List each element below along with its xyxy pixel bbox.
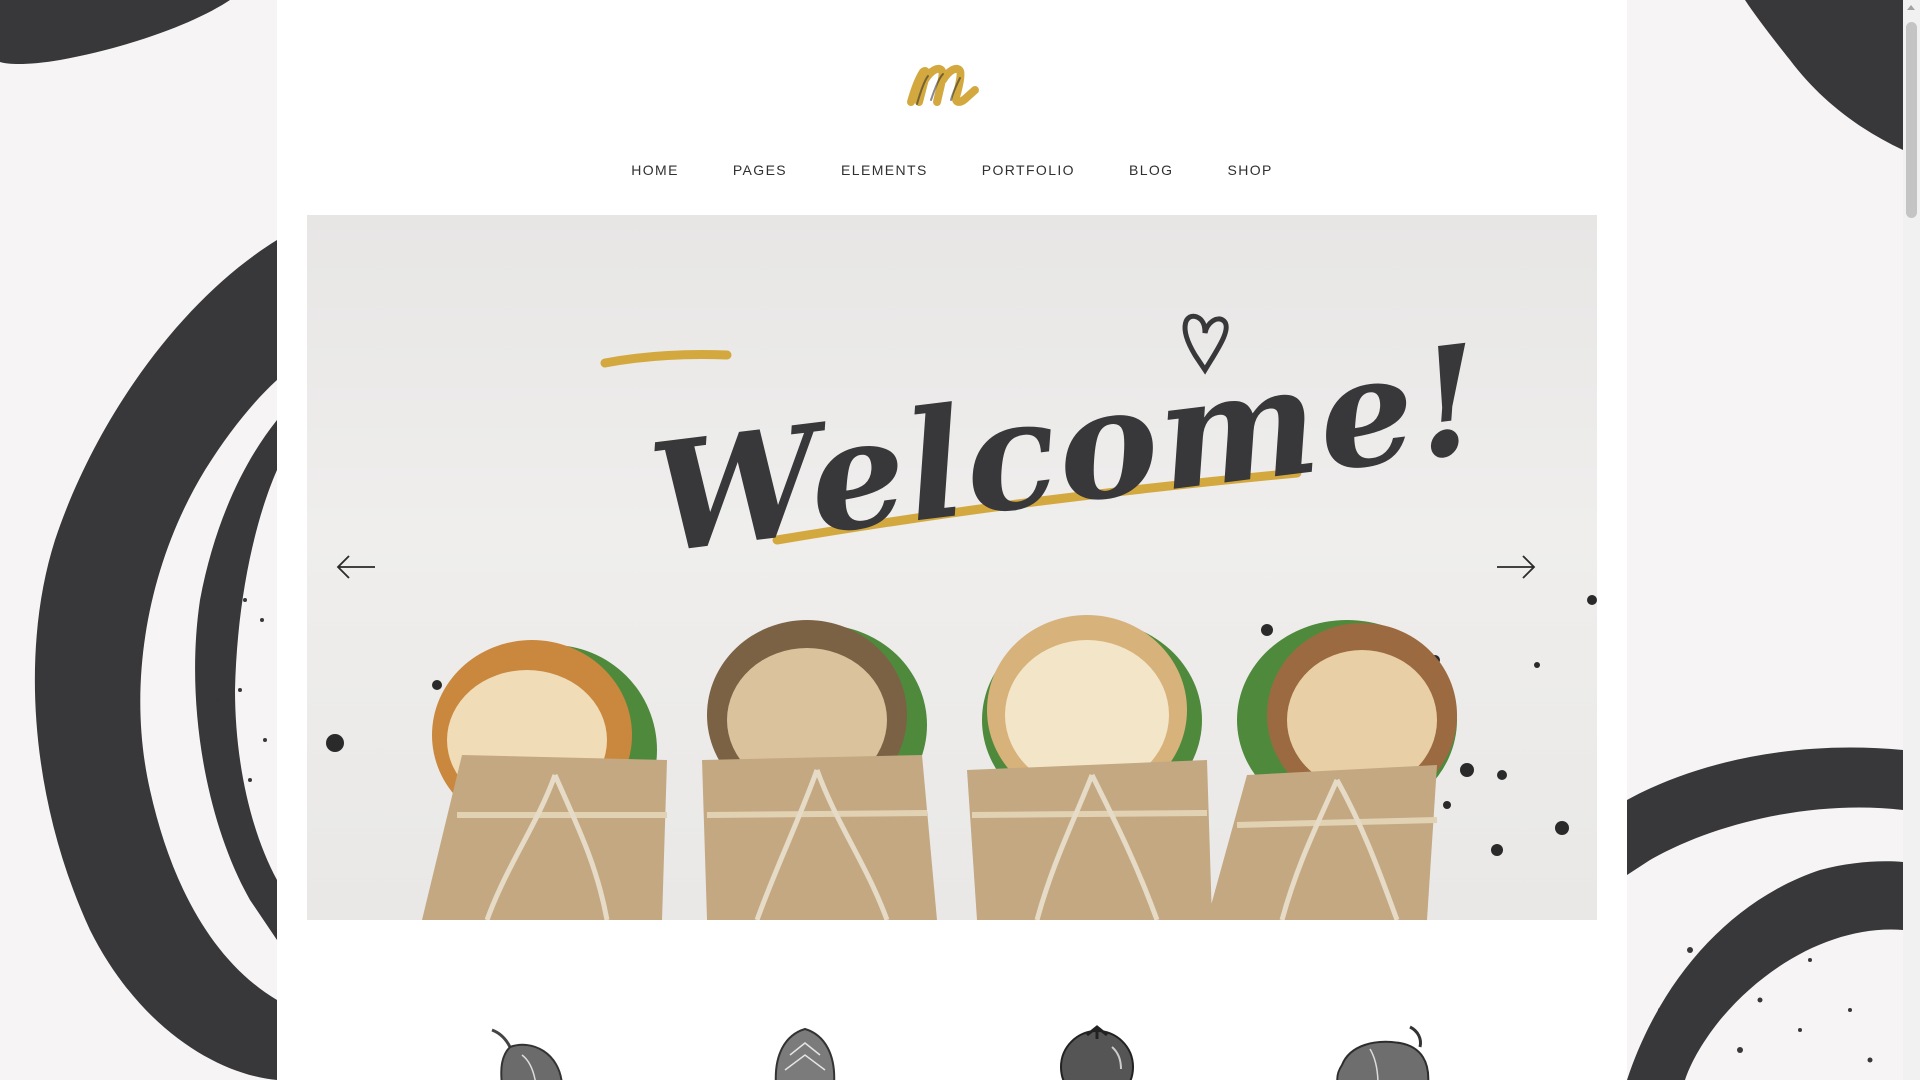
- nav-item-shop[interactable]: SHOP: [1227, 158, 1272, 182]
- slider-prev-button[interactable]: [335, 550, 377, 584]
- page-container: HOME PAGES ELEMENTS PORTFOLIO BLOG SHOP …: [277, 0, 1627, 1080]
- fig-icon[interactable]: [482, 1025, 572, 1080]
- nav-item-portfolio[interactable]: PORTFOLIO: [982, 158, 1075, 182]
- sandwich-image-3: [967, 615, 1212, 920]
- slider-next-button[interactable]: [1495, 550, 1537, 584]
- sandwich-image-1: [422, 640, 667, 920]
- arrow-left-icon: [336, 555, 375, 579]
- main-navigation: HOME PAGES ELEMENTS PORTFOLIO BLOG SHOP: [277, 158, 1627, 182]
- tomato-icon[interactable]: [1057, 1025, 1137, 1080]
- hero-headline: Welcome!: [642, 311, 1493, 588]
- featured-icons-row: [277, 1025, 1627, 1080]
- site-logo[interactable]: [905, 44, 995, 114]
- nav-item-home[interactable]: HOME: [631, 158, 679, 182]
- page-scrollbar[interactable]: [1903, 0, 1920, 1080]
- nav-item-elements[interactable]: ELEMENTS: [841, 158, 928, 182]
- sandwich-image-2: [702, 620, 937, 920]
- scroll-thumb[interactable]: [1906, 22, 1917, 218]
- nav-item-pages[interactable]: PAGES: [733, 158, 787, 182]
- hero-slider: Welcome!: [307, 215, 1597, 920]
- artichoke-icon[interactable]: [770, 1025, 840, 1080]
- hero-slide-image: Welcome!: [326, 311, 1597, 920]
- sandwich-image-4: [1207, 620, 1457, 920]
- arrow-right-icon: [1497, 555, 1536, 579]
- scroll-up-icon[interactable]: [1907, 5, 1915, 10]
- nav-item-blog[interactable]: BLOG: [1129, 158, 1174, 182]
- logo-m-icon: [907, 64, 979, 106]
- bell-pepper-icon[interactable]: [1330, 1025, 1440, 1080]
